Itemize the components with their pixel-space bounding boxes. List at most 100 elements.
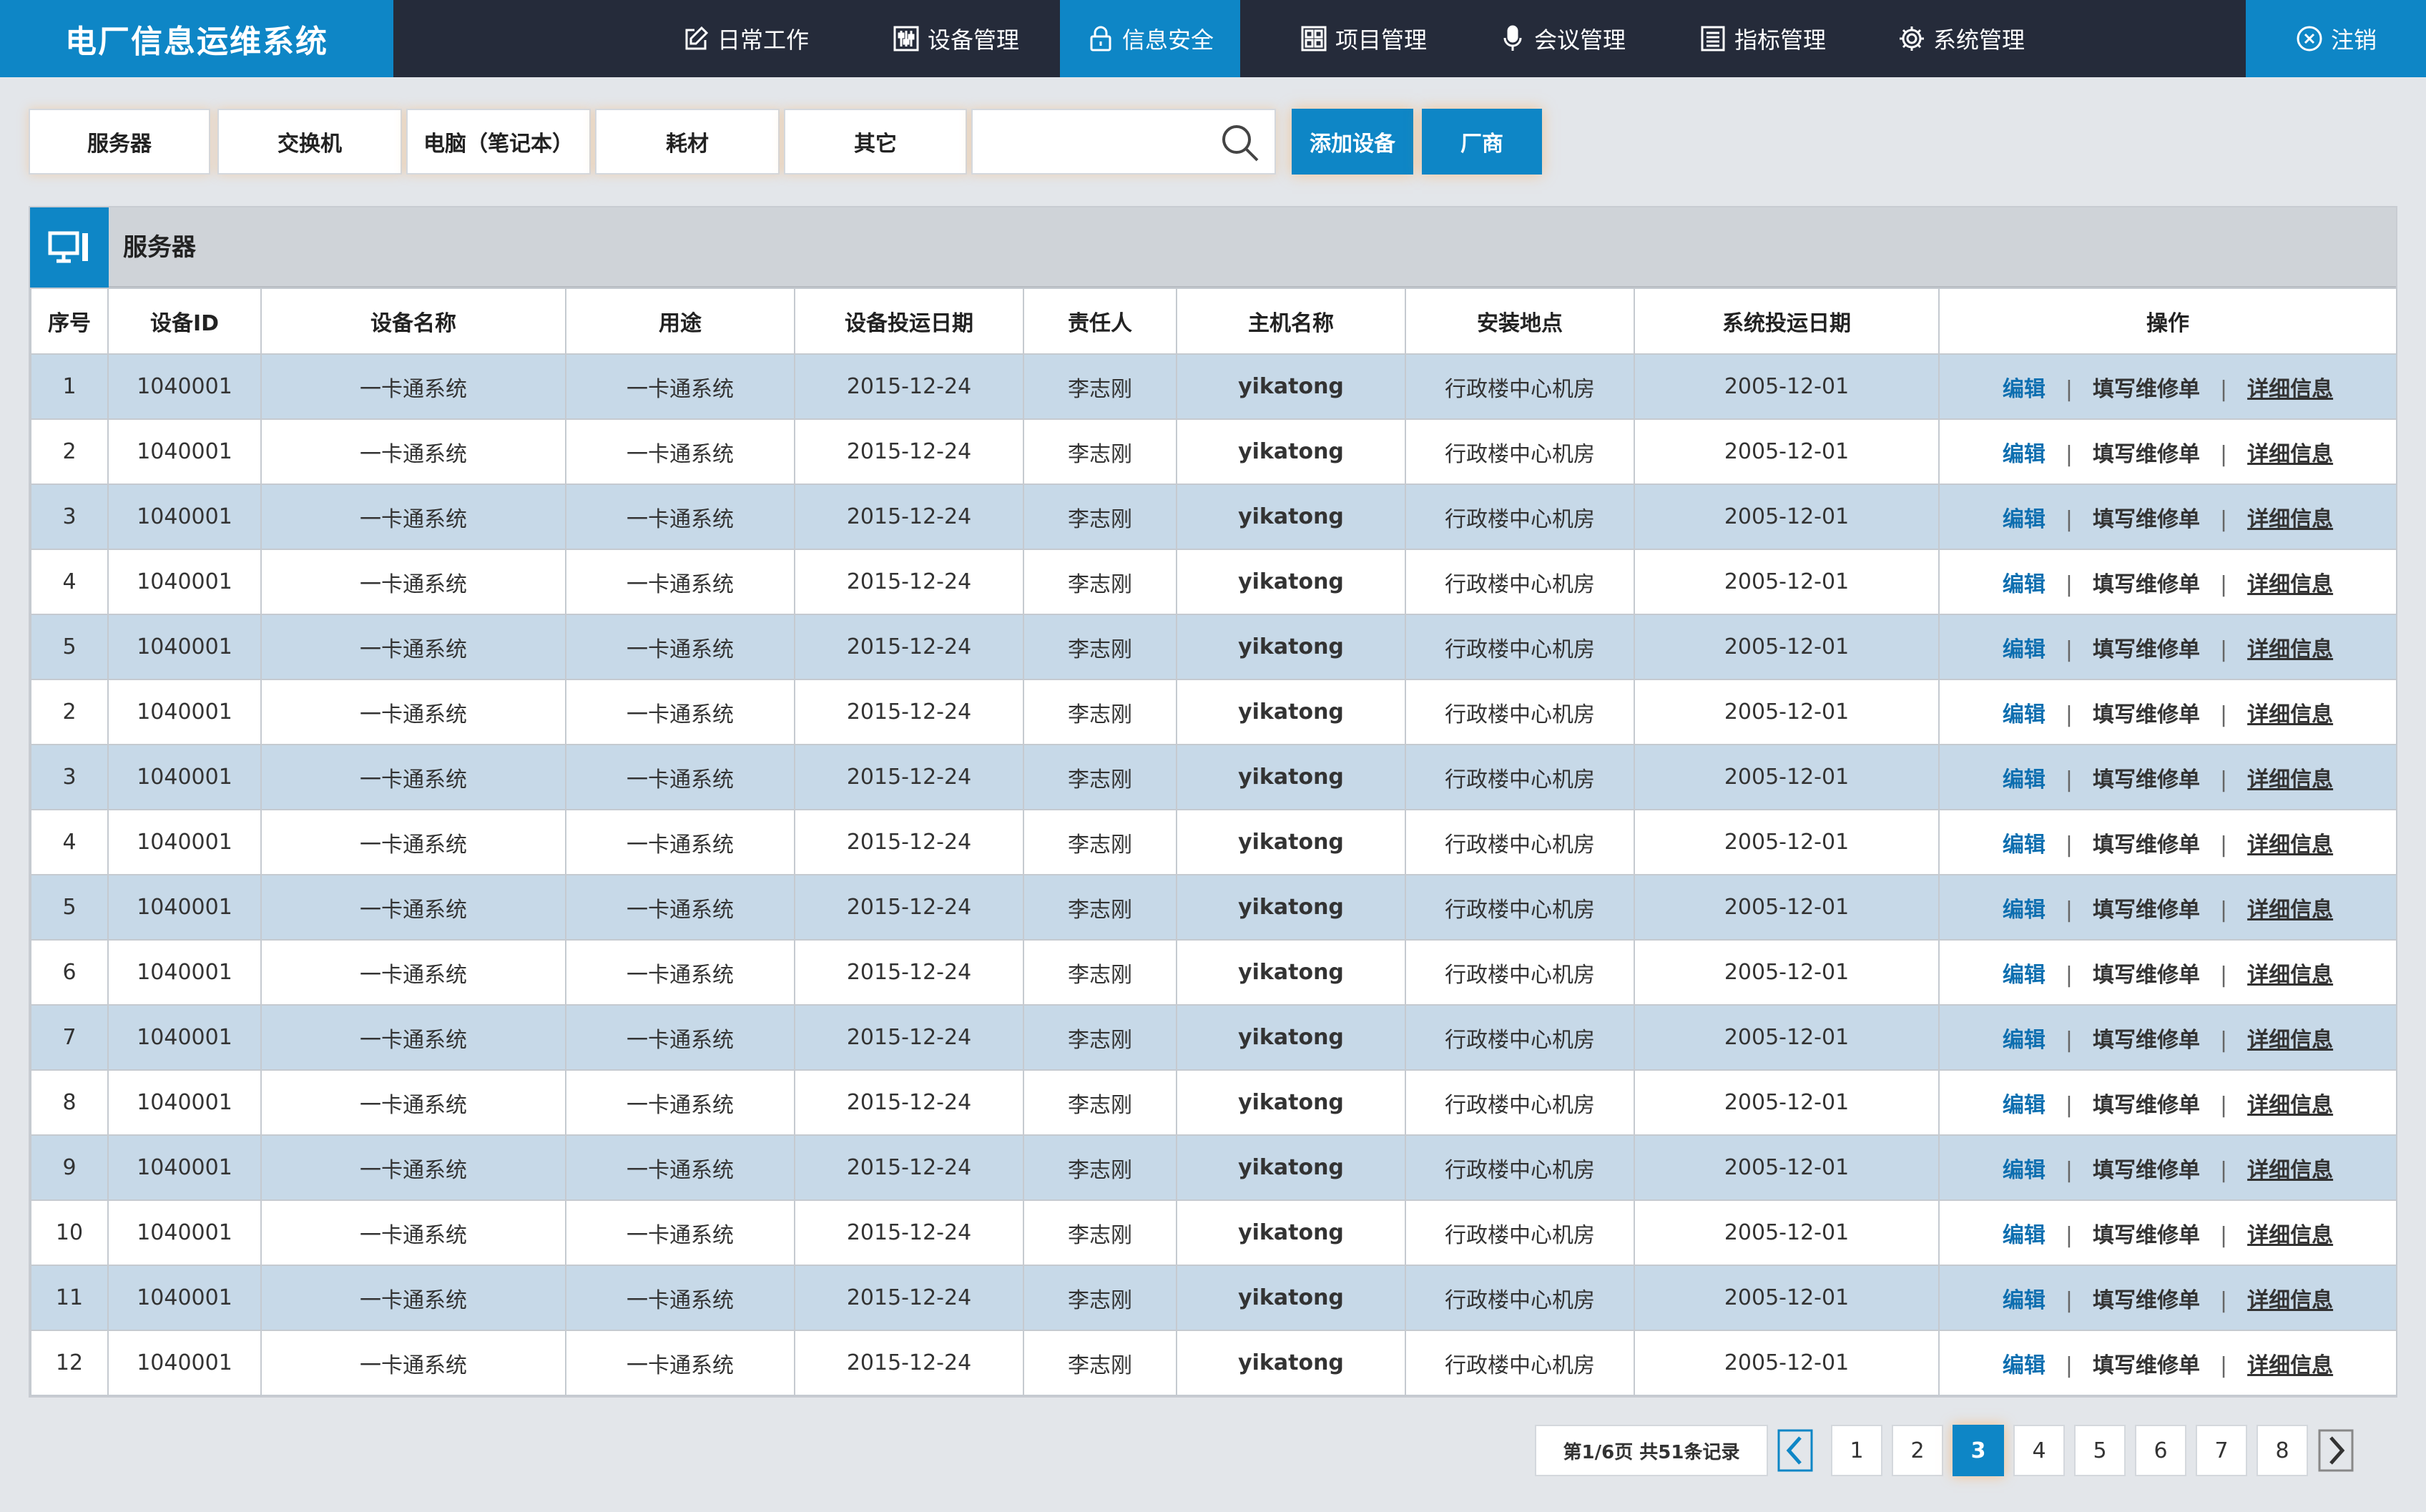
- fill-repair-order-link[interactable]: 填写维修单: [2093, 833, 2200, 858]
- edit-link[interactable]: 编辑: [2003, 507, 2046, 532]
- monitor-icon: [48, 231, 88, 263]
- nav-item-info-security[interactable]: 信息安全: [1060, 0, 1240, 77]
- action-separator: |: [2220, 1157, 2228, 1183]
- page-button-8[interactable]: 8: [2256, 1425, 2308, 1476]
- detail-info-link[interactable]: 详细信息: [2247, 442, 2333, 467]
- detail-info-link[interactable]: 详细信息: [2247, 637, 2333, 662]
- detail-info-link[interactable]: 详细信息: [2247, 572, 2333, 597]
- table-row: 10 1040001 一卡通系统 一卡通系统 2015-12-24 李志刚 yikatong…: [30, 1199, 2397, 1266]
- page-button-2[interactable]: 2: [1892, 1425, 1943, 1476]
- cell-owner: 李志刚: [1023, 483, 1177, 550]
- nav-item-project-management[interactable]: 项目管理: [1282, 0, 1445, 77]
- search-icon[interactable]: [1219, 122, 1262, 165]
- detail-info-link[interactable]: 详细信息: [2247, 767, 2333, 792]
- edit-link[interactable]: 编辑: [2003, 1158, 2046, 1183]
- fill-repair-order-link[interactable]: 填写维修单: [2093, 898, 2200, 923]
- detail-info-link[interactable]: 详细信息: [2247, 963, 2333, 988]
- table-row: 11 1040001 一卡通系统 一卡通系统 2015-12-24 李志刚 yikatong…: [30, 1265, 2397, 1331]
- detail-info-link[interactable]: 详细信息: [2247, 1158, 2333, 1183]
- nav-item-system-management[interactable]: 系统管理: [1880, 0, 2043, 77]
- detail-info-link[interactable]: 详细信息: [2247, 1223, 2333, 1248]
- cell-device-id: 1040001: [107, 549, 262, 615]
- logout-button[interactable]: 注销: [2246, 0, 2426, 77]
- page-button-1[interactable]: 1: [1831, 1425, 1882, 1476]
- fill-repair-order-link[interactable]: 填写维修单: [2093, 1028, 2200, 1053]
- nav-item-meeting-management[interactable]: 会议管理: [1480, 0, 1644, 77]
- fill-repair-order-link[interactable]: 填写维修单: [2093, 572, 2200, 597]
- cell-seq: 4: [30, 549, 109, 615]
- cell-owner: 李志刚: [1023, 1069, 1177, 1136]
- detail-info-link[interactable]: 详细信息: [2247, 507, 2333, 532]
- filter-tab-consumables[interactable]: 耗材: [595, 109, 780, 175]
- page-button-5[interactable]: 5: [2074, 1425, 2126, 1476]
- cell-device-date: 2015-12-24: [794, 483, 1024, 550]
- edit-link[interactable]: 编辑: [2003, 898, 2046, 923]
- edit-link[interactable]: 编辑: [2003, 1223, 2046, 1248]
- nav-item-device-management[interactable]: 设备管理: [874, 0, 1037, 77]
- detail-info-link[interactable]: 详细信息: [2247, 702, 2333, 727]
- fill-repair-order-link[interactable]: 填写维修单: [2093, 1223, 2200, 1248]
- fill-repair-order-link[interactable]: 填写维修单: [2093, 1288, 2200, 1313]
- cell-device-date: 2015-12-24: [794, 1004, 1024, 1071]
- filter-tab-other[interactable]: 其它: [784, 109, 967, 175]
- fill-repair-order-link[interactable]: 填写维修单: [2093, 377, 2200, 402]
- edit-link[interactable]: 编辑: [2003, 572, 2046, 597]
- fill-repair-order-link[interactable]: 填写维修单: [2093, 1158, 2200, 1183]
- fill-repair-order-link[interactable]: 填写维修单: [2093, 442, 2200, 467]
- prev-page-button[interactable]: [1771, 1425, 1820, 1476]
- column-header: 操作: [1938, 288, 2397, 355]
- page-button-6[interactable]: 6: [2135, 1425, 2186, 1476]
- fill-repair-order-link[interactable]: 填写维修单: [2093, 1093, 2200, 1118]
- detail-info-link[interactable]: 详细信息: [2247, 1353, 2333, 1378]
- fill-repair-order-link[interactable]: 填写维修单: [2093, 507, 2200, 532]
- cell-host-name: yikatong: [1176, 1199, 1406, 1266]
- filter-tab-switch[interactable]: 交换机: [217, 109, 402, 175]
- edit-link[interactable]: 编辑: [2003, 1093, 2046, 1118]
- detail-info-link[interactable]: 详细信息: [2247, 833, 2333, 858]
- edit-link[interactable]: 编辑: [2003, 767, 2046, 792]
- edit-link[interactable]: 编辑: [2003, 833, 2046, 858]
- cell-device-id: 1040001: [107, 1069, 262, 1136]
- device-table: 序号 设备ID 设备名称 用途 设备投运日期 责任人 主机名称 安装地点 系统投…: [30, 288, 2397, 1396]
- detail-info-link[interactable]: 详细信息: [2247, 1093, 2333, 1118]
- nav-item-indicator-management[interactable]: 指标管理: [1681, 0, 1844, 77]
- cell-actions: 编辑 | 填写维修单 | 详细信息: [1938, 939, 2397, 1006]
- cell-actions: 编辑 | 填写维修单 | 详细信息: [1938, 1330, 2397, 1396]
- page-button-4[interactable]: 4: [2013, 1425, 2065, 1476]
- edit-link[interactable]: 编辑: [2003, 637, 2046, 662]
- nav-item-daily-work[interactable]: 日常工作: [664, 0, 827, 77]
- cell-system-date: 2005-12-01: [1634, 1004, 1940, 1071]
- fill-repair-order-link[interactable]: 填写维修单: [2093, 637, 2200, 662]
- edit-link[interactable]: 编辑: [2003, 702, 2046, 727]
- page-button-3[interactable]: 3: [1953, 1425, 2004, 1476]
- cell-device-name: 一卡通系统: [260, 1069, 566, 1136]
- table-row: 7 1040001 一卡通系统 一卡通系统 2015-12-24 李志刚 yikatong 行…: [30, 1004, 2397, 1071]
- fill-repair-order-link[interactable]: 填写维修单: [2093, 702, 2200, 727]
- gear-icon: [1899, 26, 1924, 51]
- search-input[interactable]: [980, 116, 1212, 169]
- cell-purpose: 一卡通系统: [565, 809, 795, 875]
- detail-info-link[interactable]: 详细信息: [2247, 377, 2333, 402]
- detail-info-link[interactable]: 详细信息: [2247, 898, 2333, 923]
- edit-link[interactable]: 编辑: [2003, 1353, 2046, 1378]
- filter-tab-computer[interactable]: 电脑（笔记本）: [406, 109, 591, 175]
- column-header: 设备名称: [260, 288, 566, 355]
- edit-link[interactable]: 编辑: [2003, 963, 2046, 988]
- detail-info-link[interactable]: 详细信息: [2247, 1288, 2333, 1313]
- edit-link[interactable]: 编辑: [2003, 377, 2046, 402]
- edit-icon: [685, 26, 709, 50]
- next-page-button[interactable]: [2312, 1425, 2360, 1476]
- fill-repair-order-link[interactable]: 填写维修单: [2093, 767, 2200, 792]
- add-device-button[interactable]: 添加设备: [1292, 109, 1413, 175]
- fill-repair-order-link[interactable]: 填写维修单: [2093, 963, 2200, 988]
- detail-info-link[interactable]: 详细信息: [2247, 1028, 2333, 1053]
- edit-link[interactable]: 编辑: [2003, 1288, 2046, 1313]
- action-separator: |: [2220, 376, 2228, 402]
- page-button-7[interactable]: 7: [2196, 1425, 2247, 1476]
- cell-device-name: 一卡通系统: [260, 1265, 566, 1331]
- edit-link[interactable]: 编辑: [2003, 442, 2046, 467]
- edit-link[interactable]: 编辑: [2003, 1028, 2046, 1053]
- fill-repair-order-link[interactable]: 填写维修单: [2093, 1353, 2200, 1378]
- vendor-button[interactable]: 厂商: [1422, 109, 1542, 175]
- filter-tab-server[interactable]: 服务器: [29, 109, 210, 175]
